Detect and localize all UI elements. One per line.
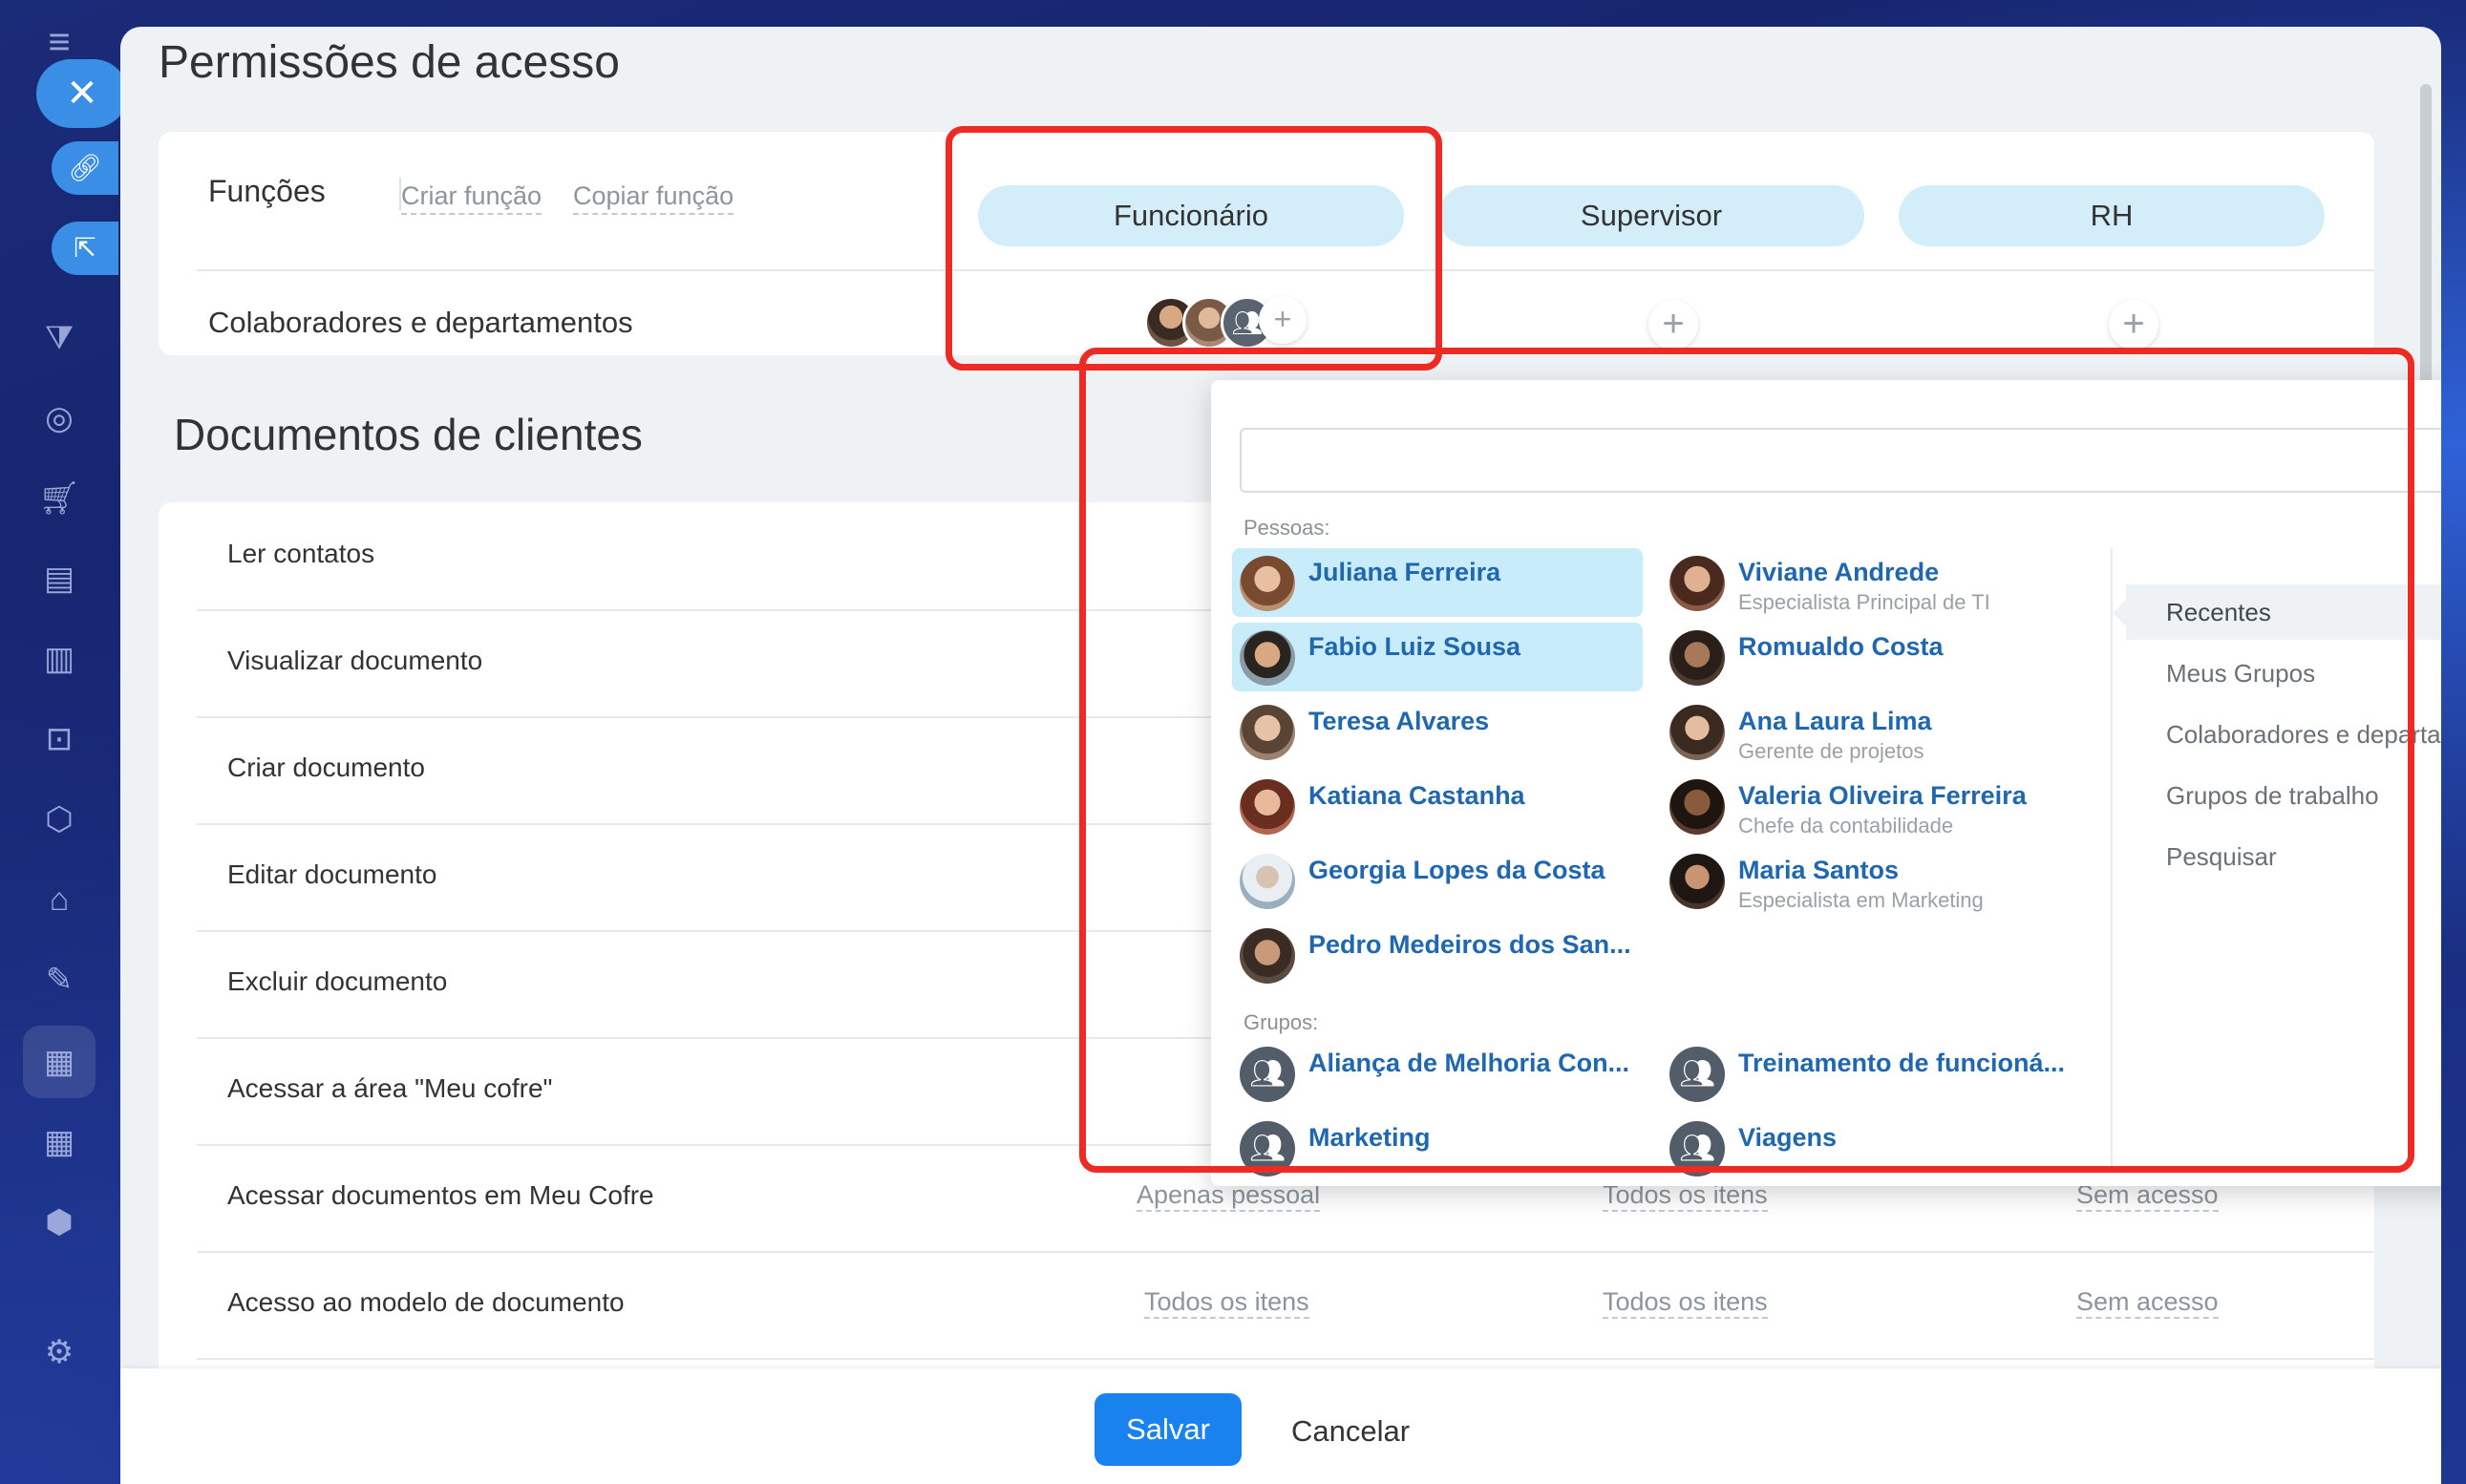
permission-label: Acessar a área "Meu cofre" xyxy=(227,1073,553,1103)
copy-role-link[interactable]: Copiar função xyxy=(573,181,734,215)
left-nav-rail: ≡ ⧩ ◎ 🛒︎ ▤ ▥ ⊡ ⬡ ⌂ ✎ ▦ ▦ ⬢ ⚙ ✕ 🔗︎ ⇱ xyxy=(0,0,128,1484)
close-slider-button[interactable]: ✕ xyxy=(36,59,128,128)
permission-label: Visualizar documento xyxy=(227,646,483,675)
roles-label: Funções xyxy=(208,174,326,208)
create-role-link[interactable]: Criar função xyxy=(401,181,542,215)
settings-icon[interactable]: ⚙ xyxy=(36,1329,82,1375)
calendar-icon[interactable]: ▦ xyxy=(36,1119,82,1165)
hexagon-icon[interactable]: ⬢ xyxy=(36,1199,82,1245)
sign-icon[interactable]: ✎ xyxy=(36,957,82,1003)
cart-icon[interactable]: 🛒︎ xyxy=(36,476,82,521)
permission-value-funcionario[interactable]: Todos os itens xyxy=(1144,1287,1309,1319)
page-title: Permissões de acesso xyxy=(159,37,620,88)
role-pill-supervisor[interactable]: Supervisor xyxy=(1438,185,1864,246)
cancel-button[interactable]: Cancelar xyxy=(1291,1414,1410,1449)
box-icon[interactable]: ⬡ xyxy=(36,796,82,842)
permission-label: Ler contatos xyxy=(227,539,375,568)
permission-label: Editar documento xyxy=(227,859,437,889)
open-new-window-button[interactable]: ⇱ xyxy=(52,222,118,275)
permission-label: Criar documento xyxy=(227,753,425,782)
permission-label: Acesso ao modelo de documento xyxy=(227,1287,625,1317)
role-pill-rh[interactable]: RH xyxy=(1899,185,2325,246)
collaborators-label: Colaboradores e departamentos xyxy=(208,306,633,339)
section-title: Documentos de clientes xyxy=(174,410,643,459)
highlight-frame-popup xyxy=(1079,348,2414,1173)
permission-label: Acessar documentos em Meu Cofre xyxy=(227,1180,654,1210)
warehouse-icon[interactable]: ⌂ xyxy=(36,877,82,922)
footer-bar: Salvar Cancelar xyxy=(120,1368,2441,1484)
highlight-frame-role xyxy=(946,126,1442,371)
permission-value-rh[interactable]: Sem acesso xyxy=(2076,1287,2219,1319)
robot-icon[interactable]: ⊡ xyxy=(36,716,82,762)
filter-icon[interactable]: ⧩ xyxy=(36,315,82,361)
save-button[interactable]: Salvar xyxy=(1095,1393,1242,1466)
target-icon[interactable]: ◎ xyxy=(36,395,82,441)
permission-label: Excluir documento xyxy=(227,966,448,996)
table-row: Acesso ao modelo de documento Todos os i… xyxy=(197,1251,2374,1360)
permission-value-supervisor[interactable]: Todos os itens xyxy=(1603,1287,1768,1319)
add-member-supervisor-button[interactable]: + xyxy=(1648,300,1698,350)
add-member-rh-button[interactable]: + xyxy=(2109,300,2158,350)
documents-icon[interactable]: ▦ xyxy=(36,1039,82,1085)
access-permissions-panel: Permissões de acesso Funções Criar funçã… xyxy=(120,27,2441,1484)
copy-link-button[interactable]: 🔗︎ xyxy=(52,141,118,195)
contact-card-icon[interactable]: ▤ xyxy=(36,556,82,602)
chart-icon[interactable]: ▥ xyxy=(36,636,82,682)
menu-icon[interactable]: ≡ xyxy=(36,19,82,65)
